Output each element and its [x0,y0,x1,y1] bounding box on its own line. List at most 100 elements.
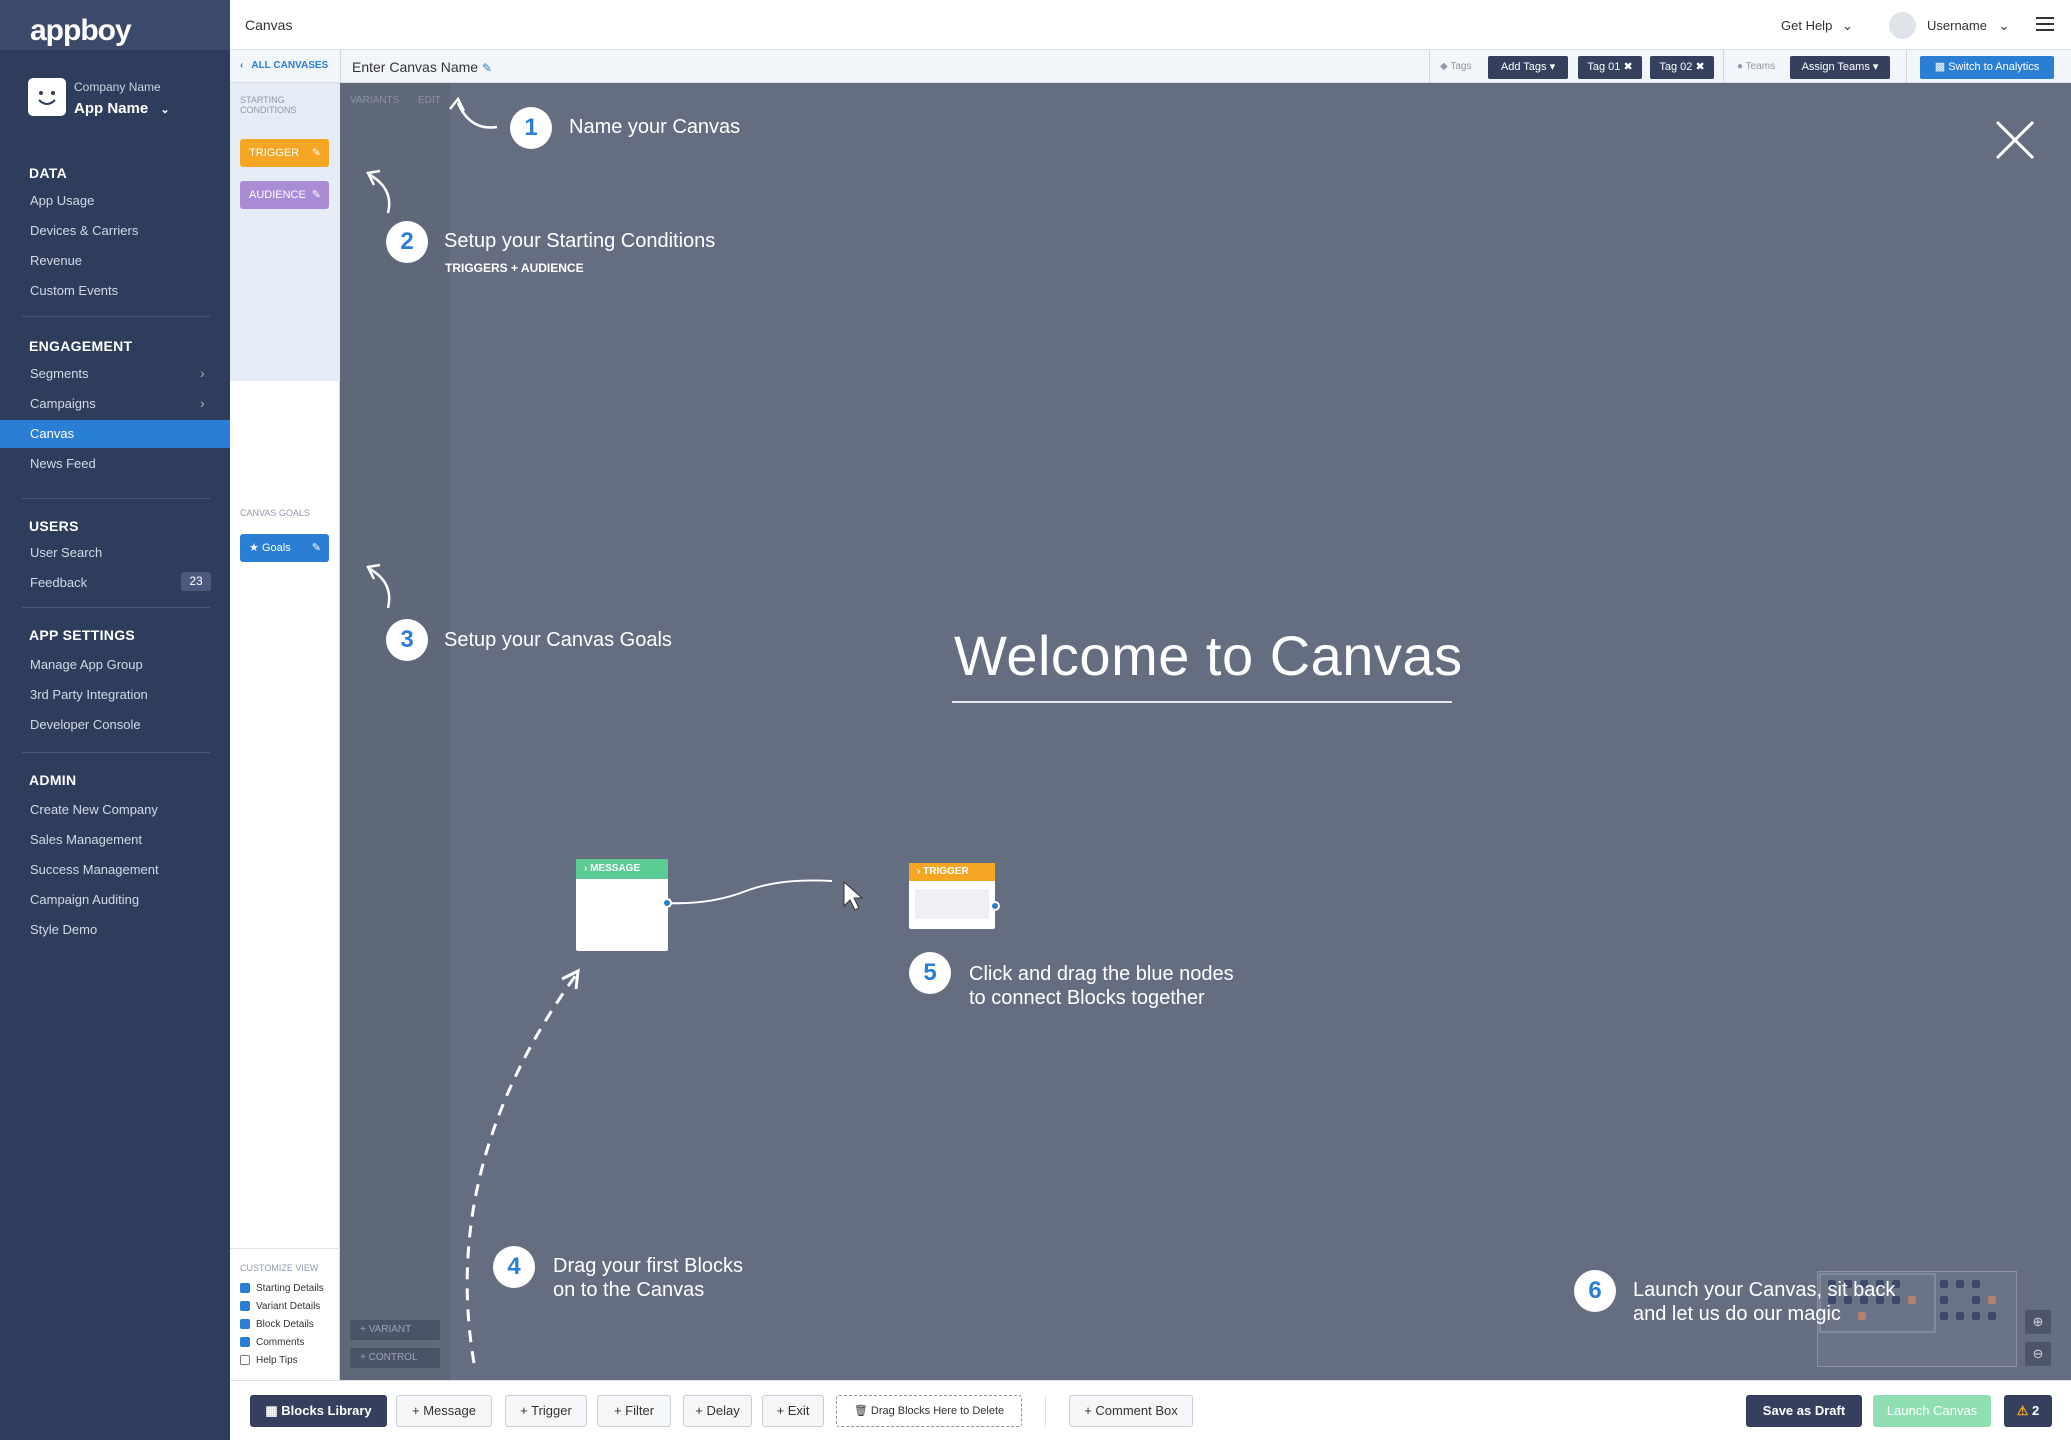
nav-news-feed[interactable]: News Feed [30,456,96,471]
tag-icon: ◆ [1440,61,1448,72]
nav-campaigns[interactable]: Campaigns [30,396,96,411]
delete-drop-zone[interactable]: 🗑 Drag Blocks Here to Delete [836,1395,1022,1427]
step-6-line1: Launch your Canvas, sit back [1633,1279,1896,1301]
delete-zone-label: Drag Blocks Here to Delete [870,1405,1005,1417]
user-menu[interactable]: Username ⌄ [1927,18,2010,34]
message-block-header: › MESSAGE [576,859,668,879]
close-icon[interactable]: ✖ [1695,61,1704,73]
pencil-icon: ✎ [481,61,493,75]
cursor-pointer-icon [842,880,866,917]
nav-app-usage[interactable]: App Usage [30,193,94,208]
feedback-count-badge: 23 [181,572,211,591]
checkbox-checked-icon[interactable] [240,1283,250,1294]
nav-custom-events[interactable]: Custom Events [30,283,118,298]
step-6-line2: and let us do our magic [1633,1303,1841,1325]
tags-label-text: Tags [1450,61,1472,72]
goals-button[interactable]: ★ Goals ✎ [240,534,329,562]
demo-message-block: › MESSAGE [576,859,668,951]
chevron-left-icon: ‹ [240,60,244,71]
add-trigger-button[interactable]: + Trigger [505,1395,587,1427]
demo-trigger-block: › TRIGGER [909,863,995,929]
section-admin: ADMIN [29,772,77,788]
pencil-icon: ✎ [311,189,321,201]
blocks-library-button[interactable]: ▦ Blocks Library [250,1395,387,1427]
trigger-block-label: TRIGGER [923,866,969,877]
sidebar: appboy Company Name App Name ⌄ DATA App … [0,0,230,1440]
nav-style-demo[interactable]: Style Demo [30,922,97,937]
appboy-logo[interactable]: appboy [30,14,132,48]
output-node[interactable] [662,898,672,908]
audience-label: AUDIENCE [249,189,306,201]
audience-condition-button[interactable]: AUDIENCE ✎ [240,181,329,209]
section-app-settings: APP SETTINGS [29,627,136,643]
nav-developer-console[interactable]: Developer Console [30,717,141,732]
nav-campaign-auditing[interactable]: Campaign Auditing [30,892,139,907]
view-option-block-details[interactable]: Block Details [240,1319,314,1330]
close-icon[interactable]: ✖ [1623,61,1632,73]
step-3-badge: 3 [386,619,428,661]
step-5-line2: to connect Blocks together [969,987,1205,1009]
add-message-button[interactable]: + Message [396,1395,492,1427]
input-node[interactable] [990,901,1000,911]
canvas-goals-label: CANVAS GOALS [240,508,310,518]
zoom-out-icon[interactable]: ⊖ [2025,1342,2051,1366]
canvas-name-input[interactable]: Enter Canvas Name ✎ [352,59,492,75]
trigger-label: TRIGGER [249,147,300,159]
nav-manage-app-group[interactable]: Manage App Group [30,657,143,672]
tag-label: Tag 02 [1659,61,1693,73]
nav-feedback[interactable]: Feedback [30,575,87,590]
app-name: App Name [74,100,149,117]
view-option-comments[interactable]: Comments [240,1337,304,1348]
get-help-menu[interactable]: Get Help ⌄ [1781,18,1853,34]
section-users: USERS [29,518,79,534]
add-delay-button[interactable]: + Delay [683,1395,752,1427]
all-canvases-link[interactable]: ‹ ALL CANVASES [240,60,328,71]
nav-3rd-party-integration[interactable]: 3rd Party Integration [30,687,148,702]
nav-devices-carriers[interactable]: Devices & Carriers [30,223,138,238]
nav-sales-management[interactable]: Sales Management [30,832,142,847]
view-option-variant-details[interactable]: Variant Details [240,1301,320,1312]
save-as-draft-button[interactable]: Save as Draft [1746,1395,1862,1427]
trigger-block-header: › TRIGGER [909,863,995,881]
section-data: DATA [29,165,68,181]
nav-canvas[interactable]: Canvas [30,426,74,441]
launch-canvas-button[interactable]: Launch Canvas [1873,1395,1991,1427]
step-3-text: Setup your Canvas Goals [444,629,672,651]
option-label: Comments [256,1337,305,1348]
username: Username [1927,18,1987,33]
assign-teams-button[interactable]: Assign Teams ▾ [1790,56,1890,79]
tag-chip-01[interactable]: Tag 01 ✖ [1578,56,1642,79]
zoom-in-icon[interactable]: ⊕ [2025,1310,2051,1334]
checkbox-checked-icon[interactable] [240,1301,250,1312]
checkbox-unchecked-icon[interactable] [240,1355,250,1366]
warning-icon: ⚠ [2016,1403,2029,1418]
add-tags-button[interactable]: Add Tags ▾ [1488,56,1568,79]
chevron-down-icon: ⌄ [160,104,170,116]
warnings-button[interactable]: ⚠ 2 [2004,1395,2052,1427]
add-comment-box-button[interactable]: + Comment Box [1069,1395,1193,1427]
checkbox-checked-icon[interactable] [240,1319,250,1330]
checkbox-checked-icon[interactable] [240,1337,250,1348]
app-selector[interactable]: App Name ⌄ [74,100,170,117]
chevron-down-icon: ⌄ [1998,18,2010,33]
message-block-label: MESSAGE [590,863,641,874]
nav-revenue[interactable]: Revenue [30,253,82,268]
teams-label: ● Teams [1737,61,1775,72]
chevron-right-icon: › [200,365,205,381]
switch-to-analytics-button[interactable]: ▩ Switch to Analytics [1920,56,2054,79]
user-avatar[interactable] [1889,12,1916,39]
nav-user-search[interactable]: User Search [30,545,102,560]
add-filter-button[interactable]: + Filter [597,1395,671,1427]
view-option-help-tips[interactable]: Help Tips [240,1355,298,1366]
trigger-condition-button[interactable]: TRIGGER ✎ [240,139,329,167]
nav-create-new-company[interactable]: Create New Company [30,802,158,817]
step-1-badge: 1 [510,107,552,149]
company-name: Company Name [74,80,161,94]
nav-success-management[interactable]: Success Management [30,862,159,877]
nav-segments[interactable]: Segments [30,366,89,381]
add-exit-button[interactable]: + Exit [762,1395,824,1427]
hamburger-menu-icon[interactable] [2036,17,2054,31]
tag-chip-02[interactable]: Tag 02 ✖ [1650,56,1714,79]
warnings-count: 2 [2032,1403,2040,1418]
view-option-starting-details[interactable]: Starting Details [240,1283,324,1294]
